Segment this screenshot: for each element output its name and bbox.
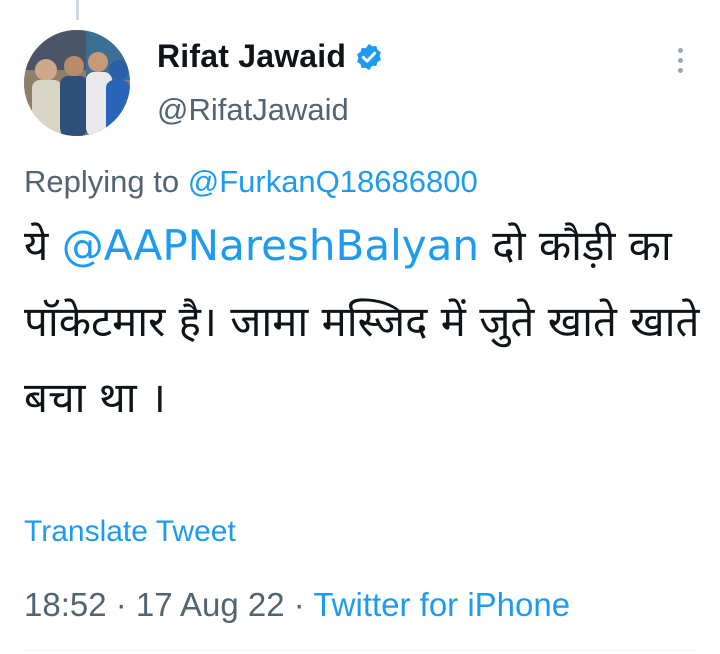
- tweet-mention[interactable]: @AAPNareshBalyan: [62, 221, 479, 270]
- author-name[interactable]: Rifat Jawaid: [157, 38, 346, 75]
- meta-separator: ·: [284, 586, 314, 623]
- thread-connector-line: [76, 0, 79, 20]
- tweet-text: ये @AAPNareshBalyan दो कौड़ी का पॉकेटमार…: [24, 208, 704, 436]
- replying-to-label: Replying to: [24, 164, 188, 199]
- avatar[interactable]: [24, 30, 130, 136]
- author-name-row: Rifat Jawaid: [157, 38, 384, 75]
- replying-to-mention[interactable]: @FurkanQ18686800: [188, 164, 478, 199]
- more-options-icon[interactable]: [668, 48, 692, 78]
- translate-tweet-link[interactable]: Translate Tweet: [24, 515, 236, 549]
- tweet-date[interactable]: 17 Aug 22: [136, 586, 285, 623]
- verified-badge-icon: [357, 43, 381, 70]
- meta-separator: ·: [106, 586, 136, 623]
- tweet-text-start: ये: [24, 221, 62, 270]
- tweet-source[interactable]: Twitter for iPhone: [313, 586, 570, 623]
- tweet-metadata: 18:52 · 17 Aug 22 · Twitter for iPhone: [24, 586, 570, 624]
- avatar-photo: [24, 30, 130, 136]
- divider: [24, 650, 696, 651]
- replying-to: Replying to @FurkanQ18686800: [24, 164, 478, 200]
- tweet-time[interactable]: 18:52: [24, 586, 107, 623]
- author-handle[interactable]: @RifatJawaid: [157, 92, 349, 128]
